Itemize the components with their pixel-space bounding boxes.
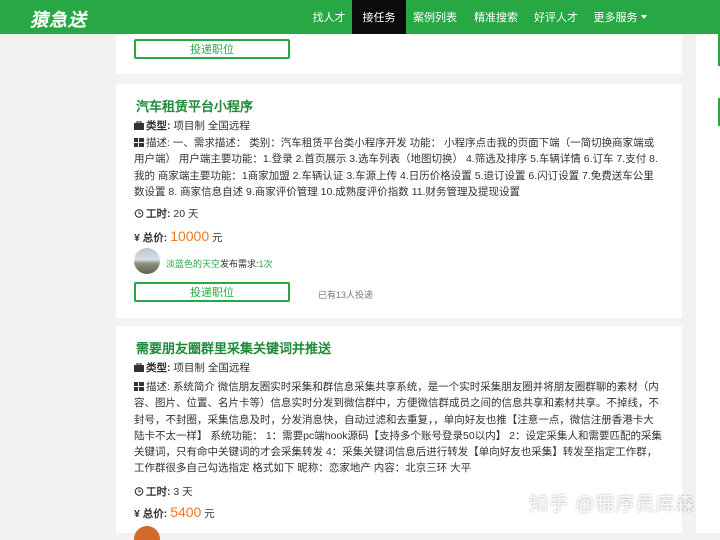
top-nav-bar: 猿急送 找人才 接任务 案例列表 精准搜索 好评人才 更多服务 — [0, 0, 720, 34]
nav-find-talent[interactable]: 找人才 — [300, 0, 358, 34]
apply-button[interactable]: 投递职位 — [134, 282, 290, 302]
job-type-row: 类型: 项目制 全国远程 — [134, 360, 250, 376]
job-title[interactable]: 汽车租赁平台小程序 — [136, 96, 253, 115]
job-duration-row: 工时: 3 天 — [134, 484, 193, 500]
total-label: 总价: — [142, 232, 168, 244]
description-text: 一、需求描述： 类别：汽车租赁平台类小程序开发 功能： 小程序点击我的页面下端（… — [134, 137, 658, 198]
job-type-row: 类型: 项目制 全国远程 — [134, 118, 250, 134]
yuan-icon: ¥ — [134, 508, 140, 520]
duration-value: 20 天 — [173, 208, 199, 220]
job-duration-row: 工时: 20 天 — [134, 206, 199, 222]
type-label: 类型: — [146, 120, 171, 132]
applied-count: 已有13人投递 — [318, 290, 374, 300]
nav-more-services[interactable]: 更多服务 — [588, 0, 652, 34]
currency-unit: 元 — [212, 232, 223, 244]
currency-unit: 元 — [204, 508, 215, 520]
right-side-panel — [696, 34, 720, 533]
apply-button[interactable]: 投递职位 — [134, 39, 290, 59]
job-card: 汽车租赁平台小程序 类型: 项目制 全国远程 描述: 一、需求描述： 类别：汽车… — [116, 84, 682, 318]
nav-more-services-label: 更多服务 — [593, 12, 638, 24]
briefcase-icon — [134, 363, 144, 372]
nav-case-list[interactable]: 案例列表 — [406, 0, 464, 34]
nav-take-tasks[interactable]: 接任务 — [352, 0, 406, 34]
grid-icon — [134, 138, 144, 147]
type-value: 项目制 全国远程 — [173, 120, 250, 132]
job-title[interactable]: 需要朋友圈群里采集关键词并推送 — [136, 338, 331, 357]
job-card-previous: 投递职位 — [116, 34, 682, 74]
type-value: 项目制 全国远程 — [173, 362, 250, 374]
job-description: 描述: 一、需求描述： 类别：汽车租赁平台类小程序开发 功能： 小程序点击我的页… — [134, 135, 664, 200]
avatar[interactable] — [134, 248, 160, 274]
yuan-icon: ¥ — [134, 232, 140, 244]
site-logo[interactable]: 猿急送 — [30, 6, 87, 32]
duration-value: 3 天 — [173, 486, 193, 498]
publish-count: 发布需求:1次 — [220, 257, 273, 270]
nav-precise-search[interactable]: 精准搜索 — [466, 0, 526, 34]
publish-count-value: 1次 — [258, 259, 273, 269]
total-label: 总价: — [142, 508, 168, 520]
grid-icon — [134, 382, 144, 391]
job-price-row: ¥ 总价: 10000 元 — [134, 228, 223, 246]
price-value: 10000 — [170, 228, 210, 244]
watermark: 知乎 @程序员库森 — [529, 494, 696, 515]
job-description: 描述: 系统简介 微信朋友圈实时采集和群信息采集共享系统，是一个实时采集朋友圈并… — [134, 379, 664, 477]
nav-top-rated-talent[interactable]: 好评人才 — [528, 0, 584, 34]
description-label: 描述: — [146, 381, 170, 393]
duration-label: 工时: — [146, 208, 171, 220]
briefcase-icon — [134, 121, 144, 130]
job-price-row: ¥ 总价: 5400 元 — [134, 504, 215, 522]
clock-icon — [134, 209, 144, 218]
description-label: 描述: — [146, 137, 170, 149]
publish-label: 发布需求: — [220, 259, 259, 269]
duration-label: 工时: — [146, 486, 171, 498]
publisher-name[interactable]: 淡蓝色的天空 — [166, 257, 220, 270]
clock-icon — [134, 487, 144, 496]
price-value: 5400 — [170, 504, 202, 520]
description-text: 系统简介 微信朋友圈实时采集和群信息采集共享系统，是一个实时采集朋友圈并将朋友圈… — [134, 381, 662, 475]
type-label: 类型: — [146, 362, 171, 374]
caret-down-icon — [640, 15, 647, 19]
